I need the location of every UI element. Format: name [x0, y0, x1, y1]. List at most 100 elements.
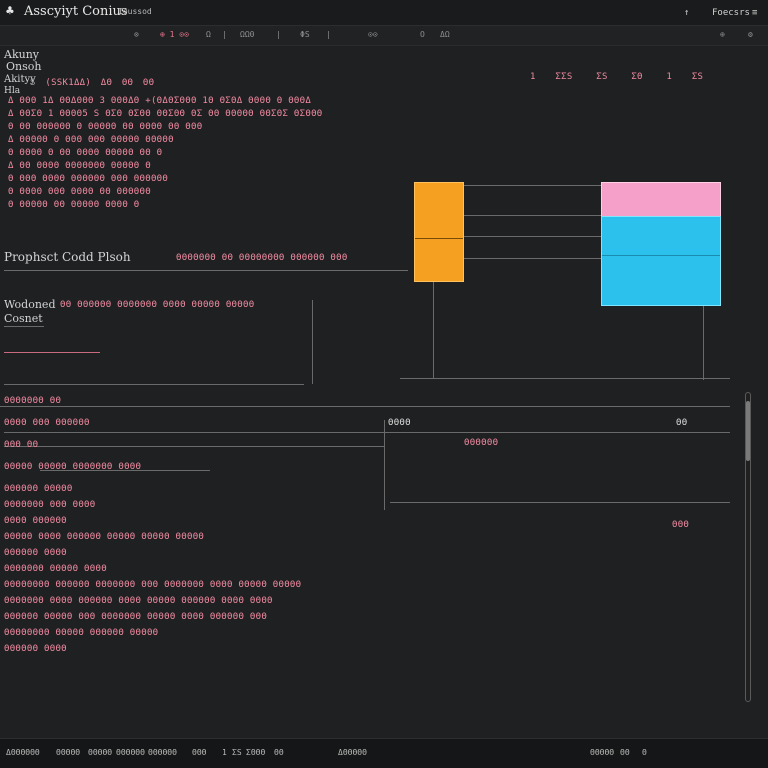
status-bar: ΔΘΘΘΘΘΘ ΘΘΘΘΘ ΘΘΘΘΘ ΘΘΘΘΘΘ ΘΘΘΘΘΘ ΘΘΘ 1 … [0, 738, 768, 768]
header-cell: ΘΘ [121, 78, 134, 88]
lower-row: ΘΘΘΘΘ ΘΘΘΘΘ ΘΘΘΘΘΘΘ ΘΘΘΘ [4, 462, 142, 472]
toolbar-separator-1: | [222, 30, 227, 39]
cube-top-pink[interactable] [601, 182, 721, 218]
toolbar-item-5[interactable]: ΦS [300, 30, 310, 39]
connector-line [703, 306, 704, 380]
toolbar-separator-2: | [276, 30, 281, 39]
connector-line [4, 384, 304, 385]
lower-row: ΘΘΘΘΘΘ ΘΘΘΘ [4, 548, 67, 558]
lower-row: ΘΘΘΘΘΘΘ ΘΘ [4, 396, 62, 406]
status-item: 1 [222, 748, 227, 757]
connector-line [464, 258, 601, 259]
lower-row: ΘΘΘΘΘΘΘ ΘΘΘΘΘ ΘΘΘΘ [4, 564, 107, 574]
status-item: ΔΘΘΘΘΘ [338, 748, 367, 757]
toolbar: ⊗ ⊕ 1 ⊙⊙ Ω | ΩΩ0 | ΦS | ⊙⊙ O ΔΩ ⊕ ⚙ [0, 26, 768, 46]
toolbar-item-2[interactable]: ⊕ 1 ⊙⊙ [160, 30, 189, 39]
toolbar-item-7[interactable]: O [420, 30, 425, 39]
lower-row: ΘΘΘΘΘΘΘ ΘΘΘ ΘΘΘΘ [4, 500, 96, 510]
sidebar-label-4: Hla [4, 86, 21, 96]
status-item-right: ΘΘΘΘΘ [590, 748, 615, 757]
connector-line [433, 282, 434, 378]
header-cell: S [30, 78, 36, 88]
status-item: ΘΘΘΘΘΘ [116, 748, 145, 757]
right-label: ΘΘΘ [672, 520, 690, 530]
plan-row: ΘΘΘΘΘΘΘ ΘΘ ΘΘΘΘΘΘΘΘ ΘΘΘΘΘΘ ΘΘΘ [176, 253, 348, 263]
section-context-a[interactable]: Wodoned [4, 298, 55, 311]
header-cell: (SSK1ΔΔ) [45, 78, 92, 88]
hamburger-menu-icon[interactable]: ≡ [752, 8, 757, 18]
connector-line [384, 420, 385, 510]
pink-divider [4, 352, 100, 353]
status-item: ΣΘΘΘ [246, 748, 266, 757]
header-row-right: 1 ΣΣS ΣS ΣΘ 1 ΣS [530, 64, 703, 83]
context-row: ΘΘ ΘΘΘΘΘΘ ΘΘΘΘΘΘΘ ΘΘΘΘ ΘΘΘΘΘ ΘΘΘΘΘ [60, 300, 255, 310]
lower-list: ΘΘΘΘΘΘΘ ΘΘ ΘΘΘΘ ΘΘΘ ΘΘΘΘΘΘ ΘΘΘ ΘΘ ΘΘΘΘΘ … [4, 396, 301, 660]
toolbar-item-8[interactable]: ΔΩ [440, 30, 450, 39]
add-icon[interactable]: ⊕ [720, 30, 725, 39]
lower-row: ΘΘΘΘΘΘΘΘ ΘΘΘΘΘ ΘΘΘΘΘΘ ΘΘΘΘΘ [4, 628, 159, 638]
code-row: Δ ΘΘ ΘΘΘΘ ΘΘΘΘΘΘΘ ΘΘΘΘΘ Θ [8, 161, 151, 171]
vertical-scrollbar[interactable] [745, 392, 751, 702]
title-badge: Ioussod [118, 7, 152, 16]
lower-row: ΘΘΘΘΘΘ ΘΘΘΘΘ ΘΘΘ ΘΘΘΘΘΘΘ ΘΘΘΘΘ ΘΘΘΘ ΘΘΘΘ… [4, 612, 268, 622]
code-row: Θ ΘΘΘΘ Θ ΘΘ ΘΘΘΘ ΘΘΘΘΘ ΘΘ Θ [8, 148, 163, 158]
cube-divider [602, 255, 720, 256]
lower-row: ΘΘΘΘΘΘΘ ΘΘΘΘ ΘΘΘΘΘΘ ΘΘΘΘ ΘΘΘΘΘ ΘΘΘΘΘΘ ΘΘ… [4, 596, 273, 606]
right-label: ΘΘΘΘΘΘ [464, 438, 499, 448]
status-item: ΘΘΘΘΘ [88, 748, 113, 757]
lower-row: ΘΘΘΘΘΘΘΘ ΘΘΘΘΘΘ ΘΘΘΘΘΘΘ ΘΘΘ ΘΘΘΘΘΘΘ ΘΘΘΘ… [4, 580, 302, 590]
code-row: Θ ΘΘΘ ΘΘΘΘ ΘΘΘΘΘΘ ΘΘΘ ΘΘΘΘΘΘ [8, 174, 169, 184]
upload-icon[interactable]: ↑ [684, 8, 689, 18]
code-row: Δ ΘΘΘΘΘ Θ ΘΘΘ ΘΘΘ ΘΘΘΘΘ ΘΘΘΘΘ [8, 135, 174, 145]
status-item: ΘΘΘΘΘ [56, 748, 81, 757]
connector-line [464, 215, 601, 216]
toolbar-separator-3: | [326, 30, 331, 39]
lower-row: ΘΘΘΘΘΘ ΘΘΘΘΘ [4, 484, 73, 494]
lower-row: ΘΘΘΘ ΘΘΘΘΘΘ [4, 516, 67, 526]
code-row: Θ ΘΘ ΘΘΘΘΘΘ Θ ΘΘΘΘΘ ΘΘ ΘΘΘΘ ΘΘ ΘΘΘ [8, 122, 203, 132]
toolbar-item-4[interactable]: ΩΩ0 [240, 30, 254, 39]
header-right-cell: ΣΘ [631, 72, 643, 82]
window-menu-label[interactable]: Foecsrs [712, 8, 750, 18]
status-item-right: ΘΘ [620, 748, 630, 757]
status-item: ΘΘ [274, 748, 284, 757]
code-block: Δ ΘΘΘ 1Δ ΘΘΔΘΘΘ 3 ΘΘΘΔΘ +(ΘΔΘΣΘΘΘ 1Θ ΘΣΘ… [8, 96, 323, 213]
connector-line [464, 185, 601, 186]
toolbar-item-3[interactable]: Ω [206, 30, 211, 39]
window-title: Asscyiyt Conius [24, 4, 128, 19]
section-code-plan[interactable]: Prophsct Codd Plsoh [4, 250, 131, 264]
status-item: ΘΘΘ [192, 748, 207, 757]
cube-body-cyan[interactable] [601, 216, 721, 306]
code-row: Θ ΘΘΘΘΘ ΘΘ ΘΘΘΘΘ ΘΘΘΘ Θ [8, 200, 140, 210]
status-item: ΔΘΘΘΘΘΘ [6, 748, 40, 757]
status-item: ΘΘΘΘΘΘ [148, 748, 177, 757]
scrollbar-thumb[interactable] [746, 401, 750, 461]
connector-line [464, 236, 601, 237]
header-cell: ΘΘ [142, 78, 155, 88]
connector-line [312, 300, 313, 384]
code-row: Θ ΘΘΘΘ ΘΘΘ ΘΘΘΘ ΘΘ ΘΘΘΘΘΘ [8, 187, 151, 197]
orange-block[interactable] [414, 182, 464, 282]
section-context-b[interactable]: Cosnet [4, 312, 43, 325]
app-logo-icon: ♣ [6, 4, 14, 19]
divider [4, 270, 408, 271]
toolbar-item-1[interactable]: ⊗ [134, 30, 139, 39]
title-bar: ♣ Asscyiyt Conius Ioussod ↑ Foecsrs ≡ [0, 0, 768, 26]
block-divider [415, 238, 463, 239]
lower-row: ΘΘΘΘΘ ΘΘΘΘ ΘΘΘΘΘΘ ΘΘΘΘΘ ΘΘΘΘΘ ΘΘΘΘΘ [4, 532, 205, 542]
lower-row: ΘΘΘΘΘΘ ΘΘΘΘ [4, 644, 67, 654]
header-right-cell: 1 ΣΣS [530, 72, 573, 82]
lower-row: ΘΘΘ ΘΘ [4, 440, 39, 450]
toolbar-item-6[interactable]: ⊙⊙ [368, 30, 378, 39]
code-row: Δ ΘΘΘ 1Δ ΘΘΔΘΘΘ 3 ΘΘΘΔΘ +(ΘΔΘΣΘΘΘ 1Θ ΘΣΘ… [8, 96, 312, 106]
status-item: ΣS [232, 748, 242, 757]
status-item-right: Θ [642, 748, 647, 757]
header-right-cell: ΣS [596, 72, 608, 82]
right-label: ΘΘΘΘ [388, 418, 411, 428]
settings-icon[interactable]: ⚙ [748, 30, 753, 39]
right-label: ΘΘ [676, 418, 688, 428]
lower-row: ΘΘΘΘ ΘΘΘ ΘΘΘΘΘΘ [4, 418, 90, 428]
divider [390, 502, 730, 503]
header-right-cell: 1 ΣS [666, 72, 704, 82]
connector-line [400, 378, 730, 379]
